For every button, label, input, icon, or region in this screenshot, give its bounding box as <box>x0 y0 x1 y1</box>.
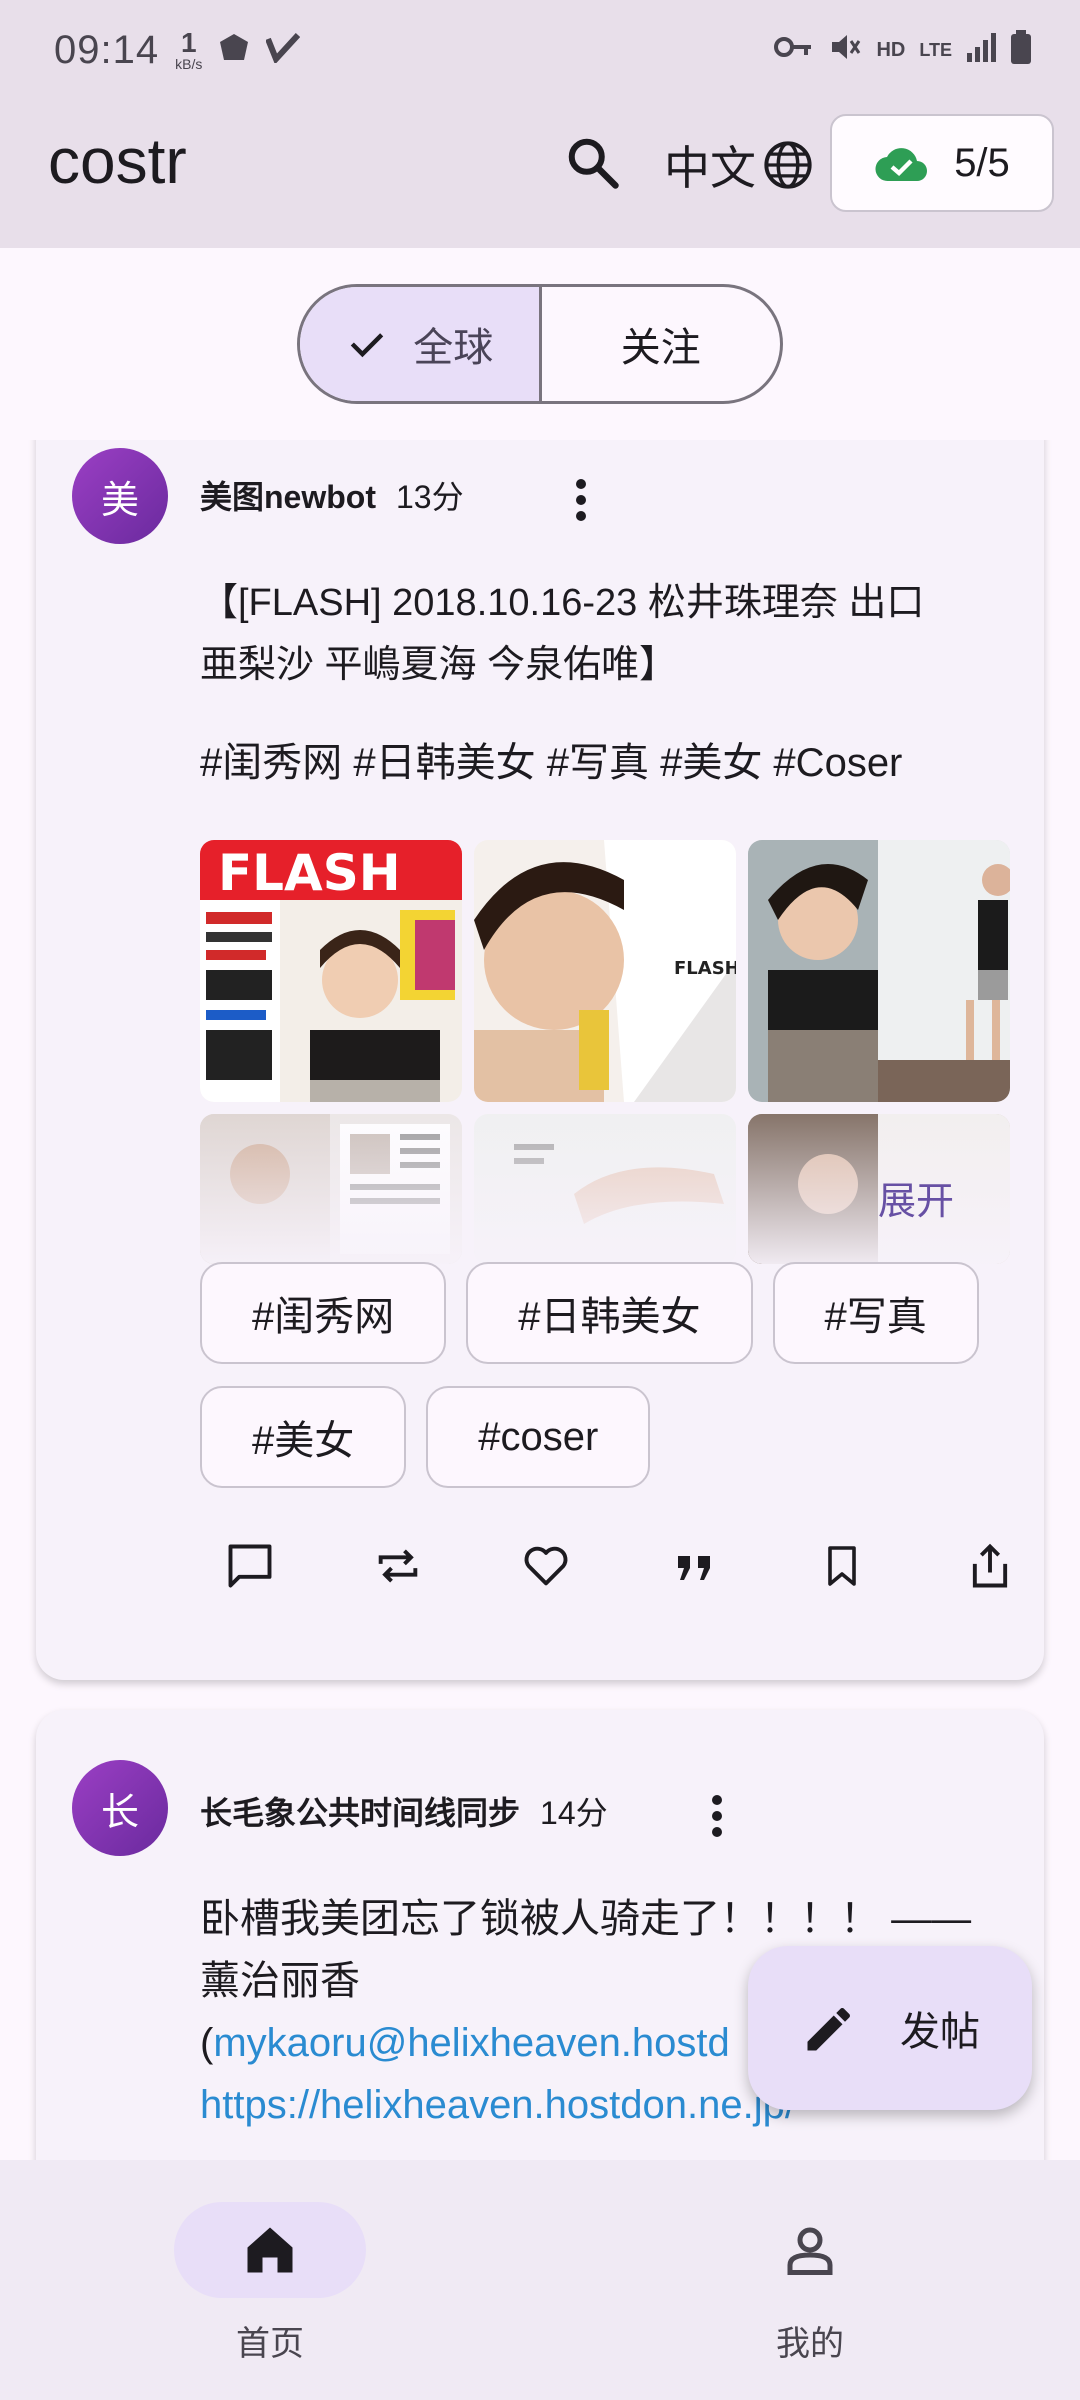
hd-indicator: HD <box>876 38 906 61</box>
post-time: 14分 <box>540 1795 608 1831</box>
status-bar: 09:14 1 kB/s HD LTE <box>0 0 1080 100</box>
search-icon <box>568 138 619 189</box>
search-button[interactable] <box>558 128 628 198</box>
mention-link[interactable]: mykaoru@helixheaven.hostd <box>213 2021 729 2065</box>
post-author[interactable]: 长毛象公共时间线同步 <box>200 1788 520 1834</box>
fab-label: 发帖 <box>900 2010 980 2054</box>
post-image[interactable] <box>748 840 1010 1102</box>
tag-chip[interactable]: #日韩美女 <box>466 1262 753 1364</box>
signal-icon <box>966 31 996 69</box>
globe-icon <box>764 141 812 189</box>
tag-chip[interactable]: #闺秀网 <box>200 1262 447 1364</box>
post-image[interactable]: FLASH <box>200 840 462 1102</box>
tag-chip[interactable]: #coser <box>426 1386 651 1488</box>
more-vert-icon <box>712 1795 722 1837</box>
avatar[interactable]: 长 <box>72 1760 168 1856</box>
post-author[interactable]: 美图newbot <box>200 472 376 518</box>
quote-button[interactable] <box>644 1526 744 1606</box>
nav-home[interactable]: 首页 <box>170 2202 370 2365</box>
comment-icon <box>228 1544 272 1588</box>
avatar[interactable]: 美 <box>72 448 168 544</box>
person-icon <box>787 2227 833 2275</box>
tab-following[interactable]: 关注 <box>542 287 781 401</box>
language-button[interactable]: 中文 <box>664 130 814 200</box>
bottom-navigation: 首页 我的 <box>0 2160 1080 2400</box>
more-options-button[interactable] <box>556 470 606 530</box>
image-grid: FLASH FLASH 展开 <box>200 840 1046 1264</box>
bookmark-button[interactable] <box>792 1526 892 1606</box>
check-app-icon <box>265 32 301 68</box>
status-time: 09:14 <box>54 27 160 72</box>
compose-fab[interactable]: 发帖 <box>748 1946 1032 2110</box>
like-button[interactable] <box>496 1526 596 1606</box>
tag-chips: #闺秀网 #日韩美女 #写真 #美女 #coser <box>200 1262 1040 1488</box>
post-image[interactable] <box>474 1114 736 1264</box>
post-card[interactable]: 美 美图newbot 13分 【[FLASH] 2018.10.16-23 松井… <box>36 440 1044 1680</box>
svg-text:FLASH: FLASH <box>674 958 736 979</box>
tag-chip[interactable]: #写真 <box>772 1262 979 1364</box>
home-icon <box>247 2227 293 2273</box>
more-options-button[interactable] <box>692 1786 742 1846</box>
check-icon <box>351 333 384 358</box>
network-speed: 1 kB/s <box>175 27 203 72</box>
repeat-icon <box>378 1549 418 1583</box>
feed-segmented-control: 全球 关注 <box>297 284 783 404</box>
post-image[interactable] <box>200 1114 462 1264</box>
notification-icon <box>216 32 252 69</box>
lte-indicator: LTE <box>919 39 952 60</box>
share-icon <box>972 1543 1008 1588</box>
post-image[interactable]: FLASH <box>474 840 736 1102</box>
tab-global[interactable]: 全球 <box>300 287 542 401</box>
mute-icon <box>828 31 862 69</box>
post-content: 【[FLASH] 2018.10.16-23 松井珠理奈 出口 亜梨沙 平嶋夏海… <box>200 582 925 686</box>
app-title: costr <box>48 125 187 197</box>
tag-chip[interactable]: #美女 <box>200 1386 407 1488</box>
bookmark-icon <box>828 1546 856 1586</box>
post-actions <box>200 1526 1040 1606</box>
battery-icon <box>1010 30 1032 70</box>
vpn-key-icon <box>774 35 814 65</box>
nav-me[interactable]: 我的 <box>710 2202 910 2365</box>
share-button[interactable] <box>940 1526 1040 1606</box>
quote-icon <box>678 1556 710 1580</box>
tab-following-label: 关注 <box>620 326 701 370</box>
edit-icon <box>807 2008 850 2051</box>
post-hashtags: #闺秀网 #日韩美女 #写真 #美女 #Coser <box>200 741 903 785</box>
relay-count: 5/5 <box>954 140 1010 185</box>
nav-me-label: 我的 <box>776 2325 844 2363</box>
nav-home-label: 首页 <box>236 2325 304 2363</box>
language-label: 中文 <box>664 142 756 194</box>
top-app-bar: costr 中文 5/5 <box>0 100 1080 248</box>
feed-list[interactable]: 美 美图newbot 13分 【[FLASH] 2018.10.16-23 松井… <box>0 440 1080 2160</box>
relay-status-button[interactable]: 5/5 <box>830 114 1054 212</box>
more-vert-icon <box>576 479 586 521</box>
expand-label: 展开 <box>877 1181 954 1223</box>
cloud-done-icon <box>875 148 928 182</box>
reply-button[interactable] <box>200 1526 300 1606</box>
svg-text:FLASH: FLASH <box>218 844 401 902</box>
tab-global-label: 全球 <box>413 326 494 370</box>
post-time: 13分 <box>396 479 464 515</box>
repost-button[interactable] <box>348 1526 448 1606</box>
heart-icon <box>524 1546 568 1586</box>
expand-images-button[interactable]: 展开 <box>748 1114 1010 1264</box>
